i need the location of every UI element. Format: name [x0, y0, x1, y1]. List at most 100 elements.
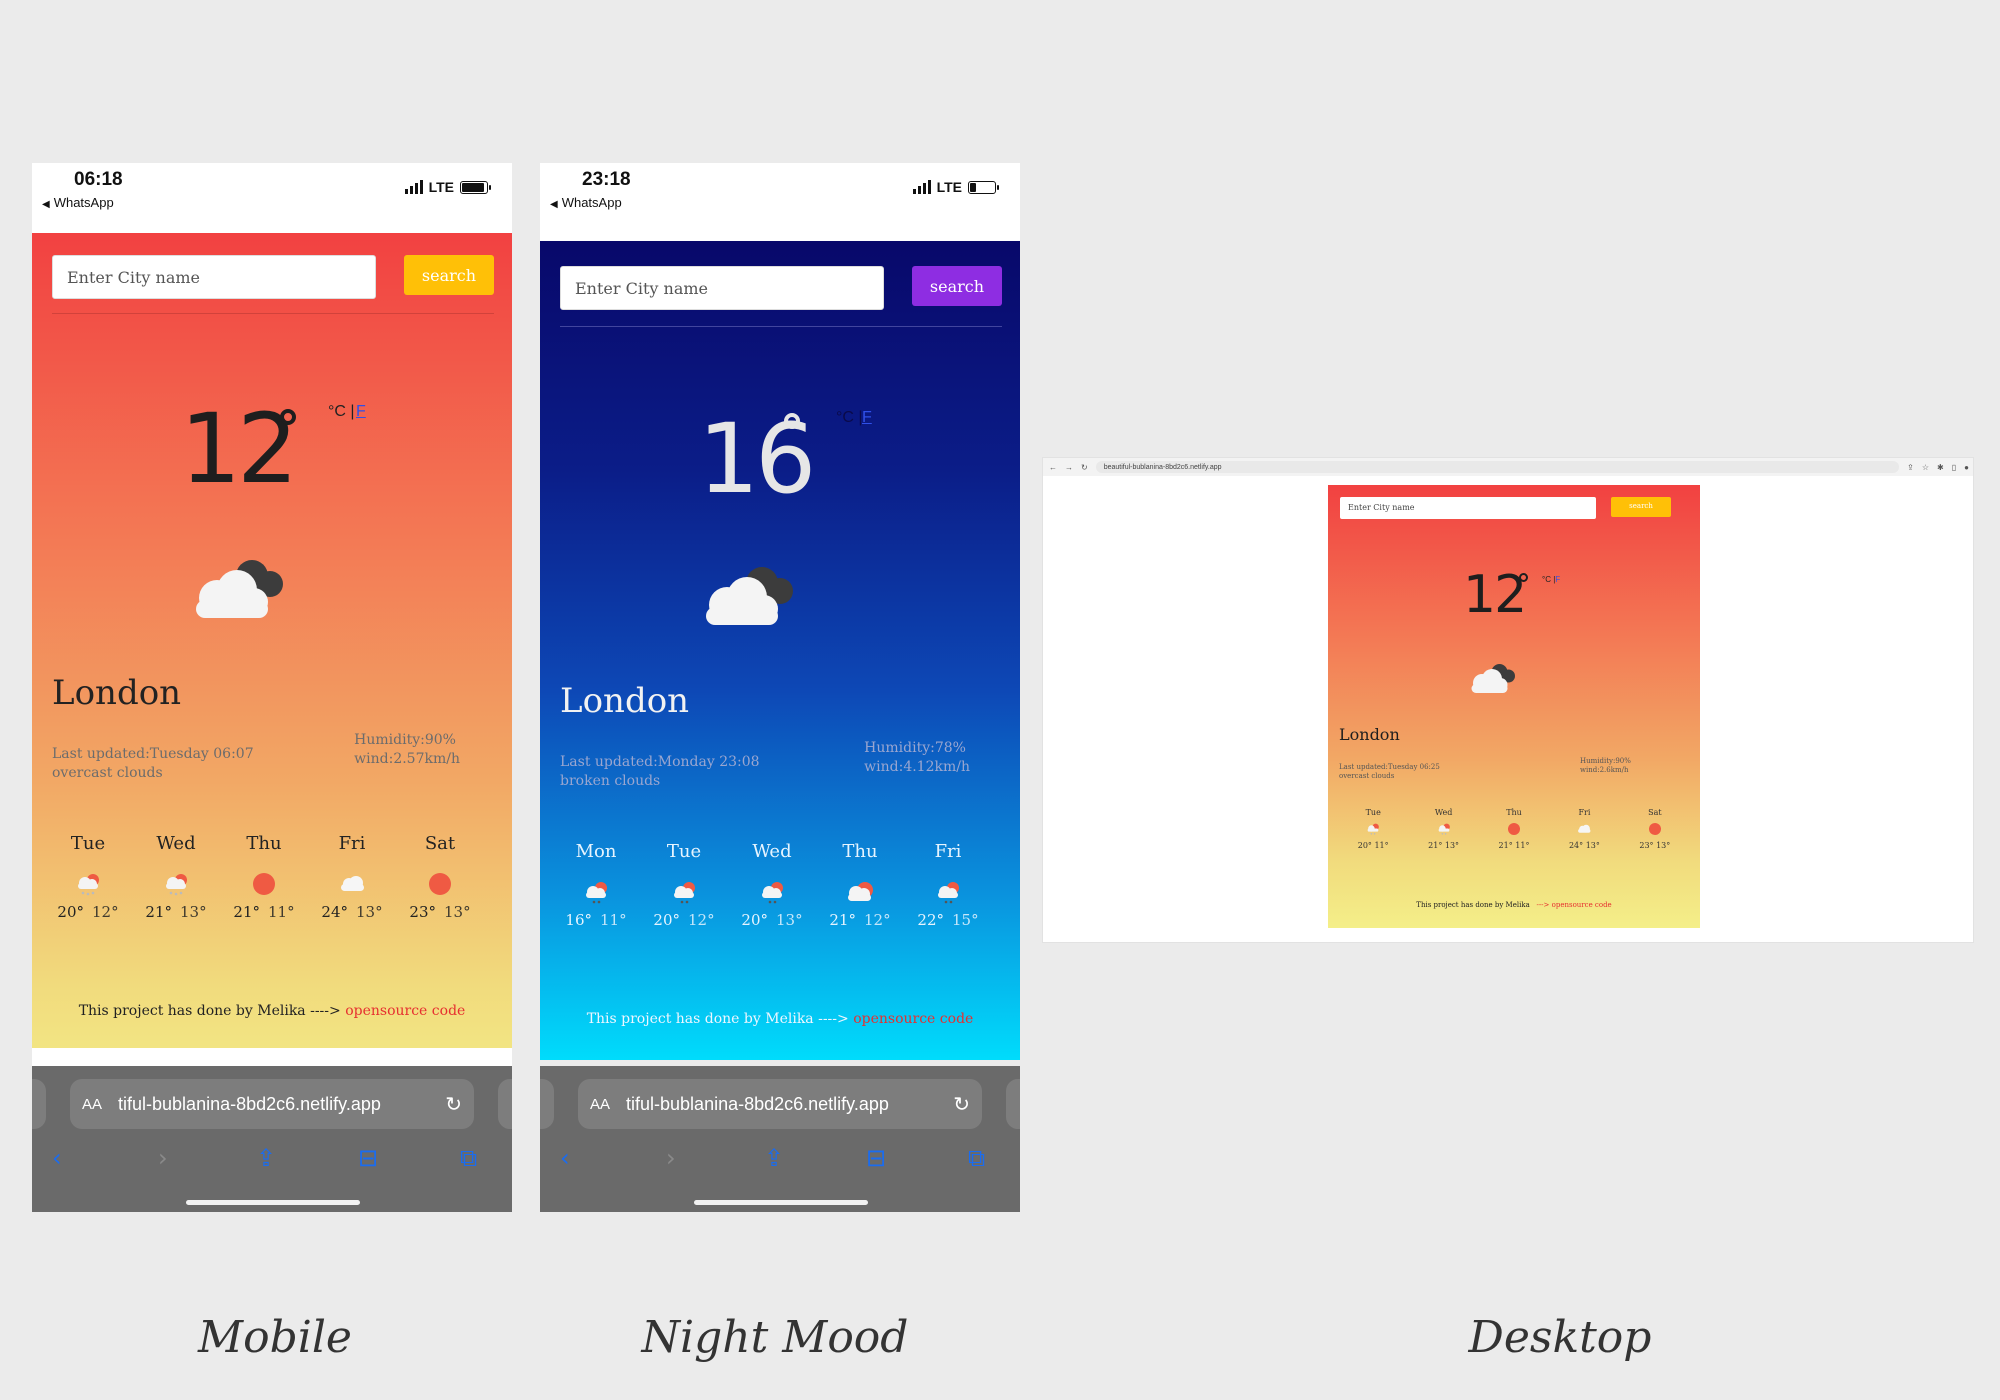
forecast-max: 20° [653, 911, 680, 929]
sidebar-icon[interactable]: ▯ [1952, 463, 1956, 472]
unit-celsius[interactable]: °C | [836, 409, 863, 427]
back-label: WhatsApp [53, 195, 114, 210]
back-arrow-icon[interactable]: ‹ [560, 1144, 570, 1172]
search-button[interactable]: search [912, 266, 1002, 306]
unit-celsius[interactable]: °C | [1542, 575, 1555, 584]
back-arrow-icon[interactable]: ‹ [52, 1144, 62, 1172]
profile-avatar-icon[interactable]: ● [1964, 463, 1969, 472]
next-tab-pill[interactable] [1006, 1079, 1020, 1129]
address-bar[interactable]: AA tiful-bublanina-8bd2c6.netlify.app ↻ [70, 1079, 474, 1129]
forecast-day-name: Mon [575, 841, 617, 862]
next-tab-pill[interactable] [498, 1079, 512, 1129]
last-updated: Last updated:Tuesday 06:07 overcast clou… [52, 745, 254, 783]
unit-fahrenheit-link[interactable]: F [862, 409, 872, 427]
share-icon[interactable]: ⇪ [764, 1144, 784, 1172]
degree-symbol [280, 409, 296, 425]
share-icon[interactable]: ⇪ [256, 1144, 276, 1172]
sun-icon [220, 865, 308, 903]
city-search-input[interactable] [560, 266, 884, 310]
back-to-whatsapp[interactable]: ◀ WhatsApp [42, 195, 114, 210]
forecast-day-name: Thu [842, 841, 878, 862]
star-icon[interactable]: ☆ [1922, 463, 1929, 472]
safari-toolbar: AA tiful-bublanina-8bd2c6.netlify.app ↻ … [32, 1066, 512, 1212]
safari-toolbar: AA tiful-bublanina-8bd2c6.netlify.app ↻ … [540, 1066, 1020, 1212]
reader-aa-button[interactable]: AA [82, 1096, 102, 1113]
reader-aa-button[interactable]: AA [590, 1096, 610, 1113]
sun-icon [396, 865, 484, 903]
forecast-min: 13° [356, 903, 383, 921]
forecast-day: Thu 21° 11° [1479, 808, 1549, 850]
bookmarks-icon[interactable]: ⊟ [866, 1144, 886, 1172]
opensource-code-link[interactable]: ---> opensource code [1536, 901, 1611, 909]
reload-icon[interactable]: ↻ [953, 1092, 970, 1116]
reload-icon[interactable]: ↻ [445, 1092, 462, 1116]
forecast-day: Sat 23° 13° [1620, 808, 1690, 850]
search-row: search [560, 266, 1002, 310]
extensions-icon[interactable]: ✱ [1937, 463, 1944, 472]
forecast-day-name: Fri [934, 841, 962, 862]
wind-text: wind:2.57km/h [354, 751, 460, 767]
current-temperature: 12 [1463, 565, 1527, 625]
forward-arrow-icon[interactable]: → [1065, 463, 1073, 472]
desktop-screenshot: ← → ↻ beautiful-bublanina-8bd2c6.netlify… [1042, 457, 1974, 943]
forward-arrow-icon[interactable]: › [158, 1144, 168, 1172]
forecast-day: Thu 21° 12° [816, 841, 904, 929]
current-temperature: 12 [180, 393, 298, 505]
credit-footer: This project has done by Melika ---> ope… [1328, 901, 1700, 909]
mobile-phone-screenshot: 06:18 ◀WhatsApp LTE search 12 °C | F Lon… [32, 163, 512, 1212]
address-bar[interactable]: beautiful-bublanina-8bd2c6.netlify.app [1095, 461, 1900, 473]
search-button[interactable]: search [404, 255, 494, 295]
back-label: WhatsApp [561, 195, 622, 210]
caption-mobile: Mobile [198, 1312, 352, 1363]
weather-description: broken clouds [560, 773, 661, 789]
battery-icon [460, 180, 491, 194]
forecast-day-name: Tue [1365, 808, 1381, 817]
forecast-list: Mon 16° 11° Tue 20° 12° Wed 20° 13° Thu 21°… [552, 841, 992, 929]
opensource-code-link[interactable]: opensource code [345, 1003, 465, 1019]
unit-celsius[interactable]: °C | [328, 403, 355, 421]
forecast-day: Tue 20° 11° [1338, 808, 1408, 850]
last-updated-text: Last updated:Tuesday 06:25 [1339, 763, 1440, 771]
last-updated-text: Last updated:Monday 23:08 [560, 754, 760, 770]
forecast-temps: 21° 11° [220, 903, 308, 921]
forecast-temps: 21° 12° [816, 911, 904, 929]
forecast-day: Fri 24° 13° [1549, 808, 1619, 850]
forecast-day-name: Sat [1648, 808, 1662, 817]
credit-text: This project has done by Melika ----> [586, 1011, 849, 1027]
reload-icon[interactable]: ↻ [1081, 463, 1088, 472]
url-text: tiful-bublanina-8bd2c6.netlify.app [626, 1093, 889, 1114]
forecast-min: 11° [1515, 841, 1530, 850]
share-icon[interactable]: ⇪ [1907, 463, 1914, 472]
credit-footer: This project has done by Melika ----> op… [32, 1003, 512, 1019]
sun-icon [1479, 817, 1549, 841]
battery-icon [968, 180, 999, 194]
browser-nav: ‹ › ⇪ ⊟ ⧉ [540, 1132, 1020, 1182]
address-bar[interactable]: AA tiful-bublanina-8bd2c6.netlify.app ↻ [578, 1079, 982, 1129]
prev-tab-pill[interactable] [540, 1079, 554, 1129]
forecast-min: 15° [952, 911, 979, 929]
search-button[interactable]: search [1611, 497, 1671, 517]
city-search-input[interactable]: Enter City name [1340, 497, 1596, 519]
home-indicator [694, 1200, 868, 1205]
humidity-wind: Humidity:78% wind:4.12km/h [864, 739, 970, 777]
tabs-icon[interactable]: ⧉ [460, 1144, 477, 1172]
opensource-code-link[interactable]: opensource code [853, 1011, 973, 1027]
unit-toggle[interactable]: °C |F [1542, 575, 1560, 584]
forward-arrow-icon[interactable]: › [666, 1144, 676, 1172]
sun-cloud-icon [904, 873, 992, 911]
prev-tab-pill[interactable] [32, 1079, 46, 1129]
bookmarks-icon[interactable]: ⊟ [358, 1144, 378, 1172]
network-label: LTE [428, 179, 454, 195]
unit-fahrenheit-link[interactable]: F [1555, 575, 1560, 584]
night-phone-screenshot: 23:18 ◀WhatsApp LTE search 16 °C | F Lon… [540, 163, 1020, 1212]
back-to-whatsapp[interactable]: ◀ WhatsApp [550, 195, 622, 210]
unit-fahrenheit-link[interactable]: F [356, 403, 366, 421]
back-arrow-icon[interactable]: ← [1049, 463, 1057, 472]
city-search-input[interactable] [52, 255, 376, 299]
rain-cloud-icon [1408, 817, 1478, 841]
tabs-icon[interactable]: ⧉ [968, 1144, 985, 1172]
network-label: LTE [936, 179, 962, 195]
forecast-max: 23° [1639, 841, 1654, 850]
status-bar: 06:18 ◀ WhatsApp LTE [32, 163, 512, 233]
forecast-temps: 24° 13° [308, 903, 396, 921]
